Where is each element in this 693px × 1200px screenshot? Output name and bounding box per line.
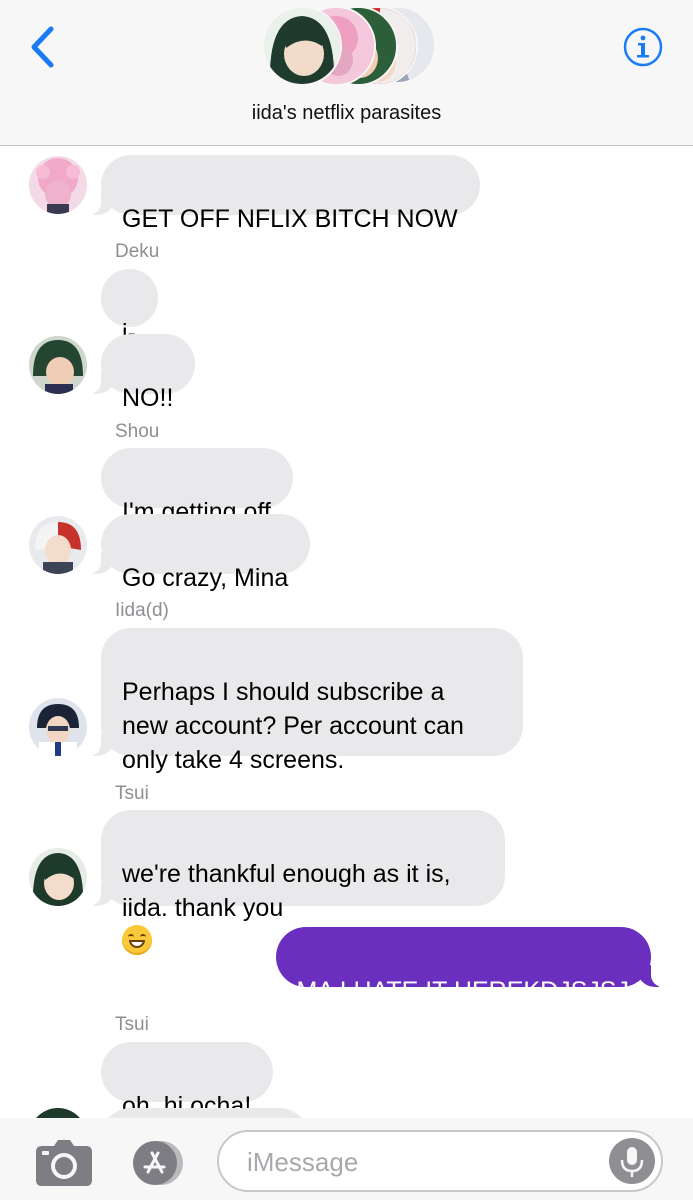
grinning-face-emoji [122,925,152,955]
message-text: Go crazy, Mina [122,564,289,592]
message-bubble[interactable]: Go crazy, Mina [88,514,311,592]
message-bubble[interactable]: we're thankful enough as it is, iida. th… [89,810,505,955]
microphone-icon [620,1147,644,1177]
message-input[interactable]: iMessage [217,1130,663,1192]
sender-name: Tsui [115,1014,149,1035]
info-icon [623,27,663,67]
avatar-iida[interactable] [29,698,87,756]
conversation-header: iida's netflix parasites [0,0,693,146]
app-store-icon [133,1141,183,1185]
message-text: MA I HATE IT HEREKDJSJSJ [296,977,629,1005]
message-bubble[interactable]: Perhaps I should subscribe a new account… [89,628,523,774]
outgoing-message-bubble[interactable]: MA I HATE IT HEREKDJSJSJ [275,927,664,1005]
message-bubble[interactable]: NO!! [88,334,196,412]
group-avatar-main [262,6,342,86]
compose-bar: iMessage [0,1118,693,1200]
back-button[interactable] [22,22,62,72]
camera-icon [36,1140,92,1186]
microphone-button[interactable] [609,1138,655,1184]
sender-name: Shou [115,421,160,442]
group-name[interactable]: iida's netflix parasites [0,102,693,125]
message-text: NO!! [122,384,174,412]
message-text: we're thankful enough as it is, iida. th… [122,860,451,922]
message-bubble[interactable]: GET OFF NFLIX BITCH NOW [89,155,480,233]
avatar-mina[interactable] [29,156,87,214]
message-bubble[interactable]: I'm getting off [101,448,293,526]
message-text: GET OFF NFLIX BITCH NOW [122,205,458,233]
app-store-button[interactable] [127,1140,185,1186]
avatar-tsui[interactable] [29,848,87,906]
sender-name: Deku [115,241,160,262]
avatar-shou[interactable] [29,516,87,574]
avatar-deku[interactable] [29,336,87,394]
sender-name: Iida(d) [115,600,169,621]
info-button[interactable] [623,27,663,67]
message-list[interactable]: GET OFF NFLIX BITCH NOW Deku i- NO!! Sho… [0,146,693,1168]
sender-name: Tsui [115,783,149,804]
camera-button[interactable] [36,1140,92,1186]
group-avatar-stack[interactable] [262,6,436,86]
message-bubble[interactable]: oh, hi ocha! [101,1042,274,1120]
message-text: Perhaps I should subscribe a new account… [122,678,464,774]
back-chevron-icon [31,26,54,68]
message-input-placeholder: iMessage [247,1147,359,1177]
message-bubble[interactable]: i- [101,269,158,347]
